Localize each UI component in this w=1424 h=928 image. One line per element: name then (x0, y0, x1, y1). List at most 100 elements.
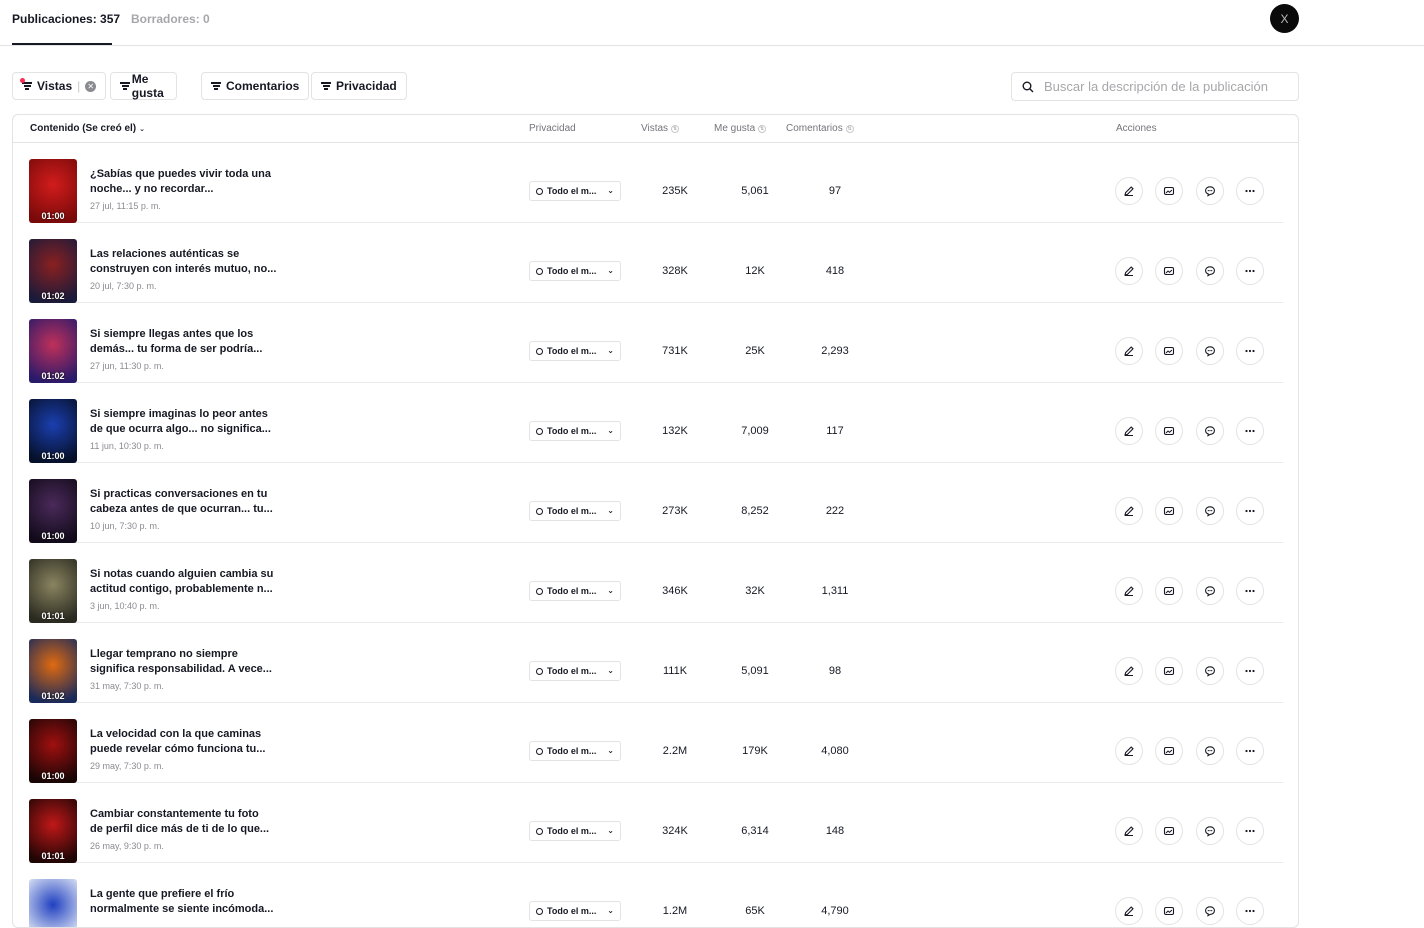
cover-button[interactable] (1155, 577, 1183, 605)
edit-button[interactable] (1115, 257, 1143, 285)
filter-comments-chip[interactable]: Comentarios (201, 72, 310, 100)
post-description[interactable]: Si notas cuando alguien cambia su actitu… (90, 567, 290, 597)
cover-button[interactable] (1155, 417, 1183, 445)
edit-button[interactable] (1115, 337, 1143, 365)
video-thumbnail[interactable]: 01:00 (29, 719, 77, 783)
video-thumbnail[interactable]: 01:02 (29, 319, 77, 383)
filter-views-chip[interactable]: Vistas | ✕ (12, 72, 107, 100)
more-options-button[interactable] (1236, 497, 1264, 525)
tab-published[interactable]: Publicaciones: 357 (12, 12, 120, 26)
more-options-button[interactable] (1236, 817, 1264, 845)
table-row[interactable]: 01:02 Las relaciones auténticas se const… (29, 223, 1283, 303)
video-duration: 01:00 (41, 451, 65, 461)
privacy-select[interactable]: Todo el m... ⌄ (529, 501, 621, 521)
more-options-button[interactable] (1236, 337, 1264, 365)
post-description[interactable]: La velocidad con la que caminas puede re… (90, 727, 290, 757)
comments-button[interactable] (1196, 497, 1224, 525)
privacy-select[interactable]: Todo el m... ⌄ (529, 901, 621, 921)
post-description[interactable]: Si siempre llegas antes que los demás...… (90, 327, 290, 357)
comments-button[interactable] (1196, 737, 1224, 765)
clear-filter-icon[interactable]: ✕ (85, 80, 97, 92)
table-row[interactable]: 01:02 Si siempre llegas antes que los de… (29, 303, 1283, 383)
video-thumbnail[interactable]: 01:01 (29, 559, 77, 623)
table-row[interactable]: La gente que prefiere el frío normalment… (29, 863, 1283, 927)
privacy-select[interactable]: Todo el m... ⌄ (529, 661, 621, 681)
table-row[interactable]: 01:01 Cambiar constantemente tu foto de … (29, 783, 1283, 863)
filter-privacy-chip[interactable]: Privacidad (311, 72, 407, 100)
column-comments[interactable]: Comentarios ⇅ (786, 123, 854, 134)
privacy-select[interactable]: Todo el m... ⌄ (529, 821, 621, 841)
image-icon (1163, 586, 1175, 596)
table-row[interactable]: 01:00 La velocidad con la que caminas pu… (29, 703, 1283, 783)
privacy-select[interactable]: Todo el m... ⌄ (529, 341, 621, 361)
video-thumbnail[interactable]: 01:00 (29, 399, 77, 463)
cover-button[interactable] (1155, 657, 1183, 685)
cover-button[interactable] (1155, 897, 1183, 925)
post-description[interactable]: Si siempre imaginas lo peor antes de que… (90, 407, 290, 437)
edit-button[interactable] (1115, 817, 1143, 845)
edit-button[interactable] (1115, 177, 1143, 205)
edit-button[interactable] (1115, 577, 1143, 605)
video-thumbnail[interactable]: 01:01 (29, 799, 77, 863)
video-thumbnail[interactable]: 01:00 (29, 159, 77, 223)
post-description[interactable]: ¿Sabías que puedes vivir toda una noche.… (90, 167, 290, 197)
views-count: 346K (662, 585, 688, 597)
more-options-button[interactable] (1236, 417, 1264, 445)
comments-button[interactable] (1196, 417, 1224, 445)
comments-button[interactable] (1196, 897, 1224, 925)
privacy-select[interactable]: Todo el m... ⌄ (529, 741, 621, 761)
comments-button[interactable] (1196, 177, 1224, 205)
post-description[interactable]: Cambiar constantemente tu foto de perfil… (90, 807, 290, 837)
cover-button[interactable] (1155, 177, 1183, 205)
edit-button[interactable] (1115, 657, 1143, 685)
column-views[interactable]: Vistas ⇅ (641, 123, 680, 134)
post-description[interactable]: Llegar temprano no siempre significa res… (90, 647, 290, 677)
table-row[interactable]: 01:00 Si practicas conversaciones en tu … (29, 463, 1283, 543)
cover-button[interactable] (1155, 497, 1183, 525)
edit-button[interactable] (1115, 737, 1143, 765)
comments-button[interactable] (1196, 337, 1224, 365)
comments-button[interactable] (1196, 257, 1224, 285)
chevron-down-icon: ⌄ (607, 506, 614, 515)
comments-button[interactable] (1196, 577, 1224, 605)
cover-button[interactable] (1155, 737, 1183, 765)
post-date: 26 may, 9:30 p. m. (90, 841, 164, 851)
table-row[interactable]: 01:00 Si siempre imaginas lo peor antes … (29, 383, 1283, 463)
post-description[interactable]: La gente que prefiere el frío normalment… (90, 887, 290, 917)
more-options-button[interactable] (1236, 577, 1264, 605)
edit-button[interactable] (1115, 417, 1143, 445)
video-thumbnail[interactable]: 01:00 (29, 479, 77, 543)
more-options-button[interactable] (1236, 177, 1264, 205)
search-input[interactable] (1044, 79, 1284, 94)
privacy-select[interactable]: Todo el m... ⌄ (529, 261, 621, 281)
comments-button[interactable] (1196, 817, 1224, 845)
more-options-button[interactable] (1236, 737, 1264, 765)
edit-button[interactable] (1115, 897, 1143, 925)
table-row[interactable]: 01:01 Si notas cuando alguien cambia su … (29, 543, 1283, 623)
comments-button[interactable] (1196, 657, 1224, 685)
privacy-select[interactable]: Todo el m... ⌄ (529, 581, 621, 601)
filter-likes-chip[interactable]: Me gusta (110, 72, 177, 100)
edit-button[interactable] (1115, 497, 1143, 525)
column-likes[interactable]: Me gusta ⇅ (714, 123, 767, 134)
more-icon (1245, 669, 1255, 673)
more-options-button[interactable] (1236, 657, 1264, 685)
video-thumbnail[interactable]: 01:02 (29, 639, 77, 703)
post-description[interactable]: Si practicas conversaciones en tu cabeza… (90, 487, 290, 517)
video-thumbnail[interactable]: 01:02 (29, 239, 77, 303)
more-options-button[interactable] (1236, 257, 1264, 285)
video-thumbnail[interactable] (29, 879, 77, 927)
privacy-select[interactable]: Todo el m... ⌄ (529, 181, 621, 201)
cover-button[interactable] (1155, 817, 1183, 845)
more-options-button[interactable] (1236, 897, 1264, 925)
cover-button[interactable] (1155, 337, 1183, 365)
table-row[interactable]: 01:02 Llegar temprano no siempre signifi… (29, 623, 1283, 703)
tab-drafts[interactable]: Borradores: 0 (131, 12, 210, 26)
privacy-select[interactable]: Todo el m... ⌄ (529, 421, 621, 441)
post-description[interactable]: Las relaciones auténticas se construyen … (90, 247, 290, 277)
table-row[interactable]: 01:00 ¿Sabías que puedes vivir toda una … (29, 143, 1283, 223)
cover-button[interactable] (1155, 257, 1183, 285)
avatar[interactable]: X (1270, 4, 1299, 33)
column-content[interactable]: Contenido (Se creó el) ⌄ (30, 123, 145, 134)
post-description-line1: Si siempre llegas antes que los (90, 328, 254, 340)
